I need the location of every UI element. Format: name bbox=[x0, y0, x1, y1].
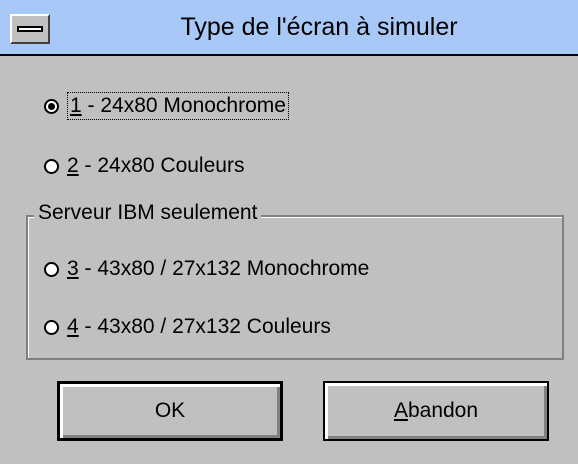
group-label: Serveur IBM seulement bbox=[34, 201, 262, 225]
radio-button-checked-icon[interactable] bbox=[44, 98, 59, 114]
radio-option-2[interactable]: 2 - 24x80 Couleurs bbox=[44, 154, 244, 178]
radio-option-4[interactable]: 4 - 43x80 / 27x132 Couleurs bbox=[44, 315, 331, 339]
dialog-title: Type de l'écran à simuler bbox=[180, 13, 458, 41]
radio-button-icon[interactable] bbox=[44, 319, 59, 335]
radio-option-1[interactable]: 1 - 24x80 Monochrome bbox=[44, 92, 289, 120]
radio-button-icon[interactable] bbox=[44, 158, 59, 174]
title-bar[interactable]: Type de l'écran à simuler bbox=[0, 0, 578, 56]
ok-button[interactable]: OK bbox=[57, 381, 283, 441]
radio-option-2-label: 2 - 24x80 Couleurs bbox=[67, 154, 245, 177]
ok-button-label: OK bbox=[154, 399, 186, 422]
system-menu-icon bbox=[17, 26, 43, 32]
radio-option-3[interactable]: 3 - 43x80 / 27x132 Monochrome bbox=[44, 257, 369, 281]
system-menu-button[interactable] bbox=[10, 14, 50, 44]
cancel-button-label: Abandon bbox=[393, 399, 479, 422]
radio-option-4-label: 4 - 43x80 / 27x132 Couleurs bbox=[67, 315, 331, 338]
radio-button-icon[interactable] bbox=[44, 261, 59, 277]
radio-option-3-label: 3 - 43x80 / 27x132 Monochrome bbox=[67, 257, 370, 280]
screen-type-dialog: Type de l'écran à simuler 1 - 24x80 Mono… bbox=[0, 0, 578, 464]
radio-option-1-label: 1 - 24x80 Monochrome bbox=[67, 92, 289, 120]
cancel-button[interactable]: Abandon bbox=[323, 381, 549, 441]
